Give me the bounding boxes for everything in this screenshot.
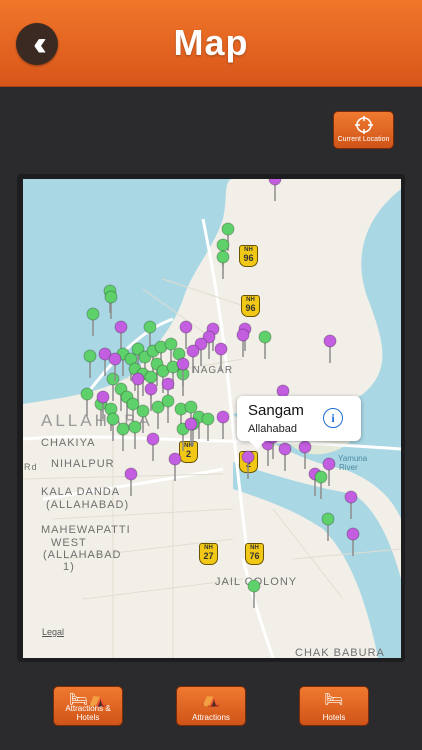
map-pin-66[interactable] bbox=[241, 450, 255, 479]
map-pin-43[interactable] bbox=[214, 342, 228, 371]
map-view[interactable]: ALLAHABA CHAKIYA NIHALPUR Rd KALA DANDA … bbox=[23, 179, 401, 658]
tab-attractions[interactable]: ⛺ Attractions bbox=[176, 686, 246, 726]
map-pin-63[interactable] bbox=[124, 467, 138, 496]
legal-link[interactable]: Legal bbox=[42, 627, 64, 637]
tab-attractions-label: Attractions bbox=[192, 713, 230, 722]
map-pin-58[interactable] bbox=[116, 422, 130, 451]
tab-hotels-label: Hotels bbox=[322, 713, 346, 722]
current-location-button[interactable]: Current Location bbox=[333, 111, 394, 149]
map-pin-2[interactable] bbox=[216, 250, 230, 279]
header-bar: ‹‹ Map bbox=[0, 0, 422, 87]
map-pin-61[interactable] bbox=[146, 432, 160, 461]
page-title: Map bbox=[173, 22, 249, 63]
sangam-callout[interactable]: Sangam Allahabad i bbox=[237, 396, 361, 449]
map-pin-75[interactable] bbox=[247, 579, 261, 608]
bed-icon: 🛏 bbox=[324, 691, 344, 708]
tent-icon: ⛺ bbox=[201, 691, 221, 708]
map-pin-16[interactable] bbox=[268, 179, 282, 201]
map-pin-59[interactable] bbox=[128, 420, 142, 449]
map-pin-44[interactable] bbox=[80, 387, 94, 416]
map-pin-68[interactable] bbox=[298, 440, 312, 469]
map-pin-38[interactable] bbox=[131, 372, 145, 401]
map-pin-74[interactable] bbox=[346, 527, 360, 556]
map-pin-49[interactable] bbox=[151, 400, 165, 429]
tab-hotels[interactable]: 🛏 Hotels bbox=[299, 686, 369, 726]
crosshair-icon bbox=[354, 116, 373, 134]
bottom-tab-bar: 🛏⛺ Attractions & Hotels ⛺ Attractions 🛏 … bbox=[0, 676, 422, 750]
map-pin-42[interactable] bbox=[186, 344, 200, 373]
current-location-label: Current Location bbox=[337, 136, 390, 143]
map-pin-8[interactable] bbox=[83, 349, 97, 378]
callout-subtitle: Allahabad bbox=[248, 423, 297, 435]
map-pin-10[interactable] bbox=[179, 320, 193, 349]
tab-attractions-hotels-label: Attractions & Hotels bbox=[65, 704, 111, 722]
map-pin-7[interactable] bbox=[258, 330, 272, 359]
map-pin-9[interactable] bbox=[114, 320, 128, 349]
map-pin-5[interactable] bbox=[86, 307, 100, 336]
map-pin-78[interactable] bbox=[278, 442, 292, 471]
map-pin-65[interactable] bbox=[216, 410, 230, 439]
map-pin-71[interactable] bbox=[314, 470, 328, 499]
map-pin-54[interactable] bbox=[201, 412, 215, 441]
info-icon[interactable]: i bbox=[323, 408, 343, 428]
map-pin-4[interactable] bbox=[104, 290, 118, 319]
map-pin-15[interactable] bbox=[323, 334, 337, 363]
callout-title: Sangam bbox=[248, 402, 304, 419]
map-pin-14[interactable] bbox=[236, 328, 250, 357]
tab-attractions-hotels[interactable]: 🛏⛺ Attractions & Hotels bbox=[53, 686, 123, 726]
map-pin-36[interactable] bbox=[98, 347, 112, 376]
map-pin-73[interactable] bbox=[321, 512, 335, 541]
map-pin-62[interactable] bbox=[168, 452, 182, 481]
map-pin-72[interactable] bbox=[344, 490, 358, 519]
